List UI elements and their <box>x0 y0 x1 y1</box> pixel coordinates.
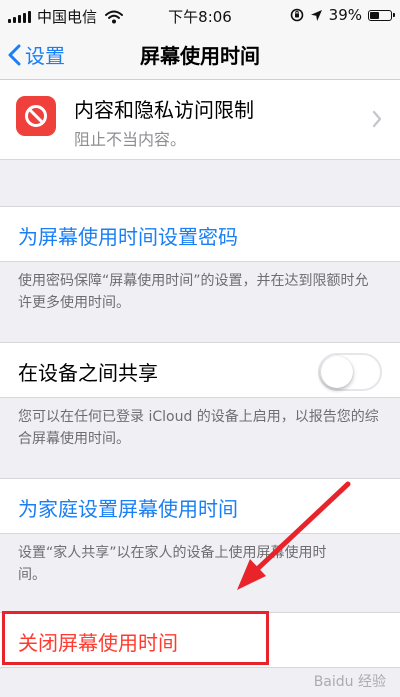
annotation-arrow <box>237 481 351 590</box>
watermark-text: Baidu 经验 <box>313 674 386 690</box>
